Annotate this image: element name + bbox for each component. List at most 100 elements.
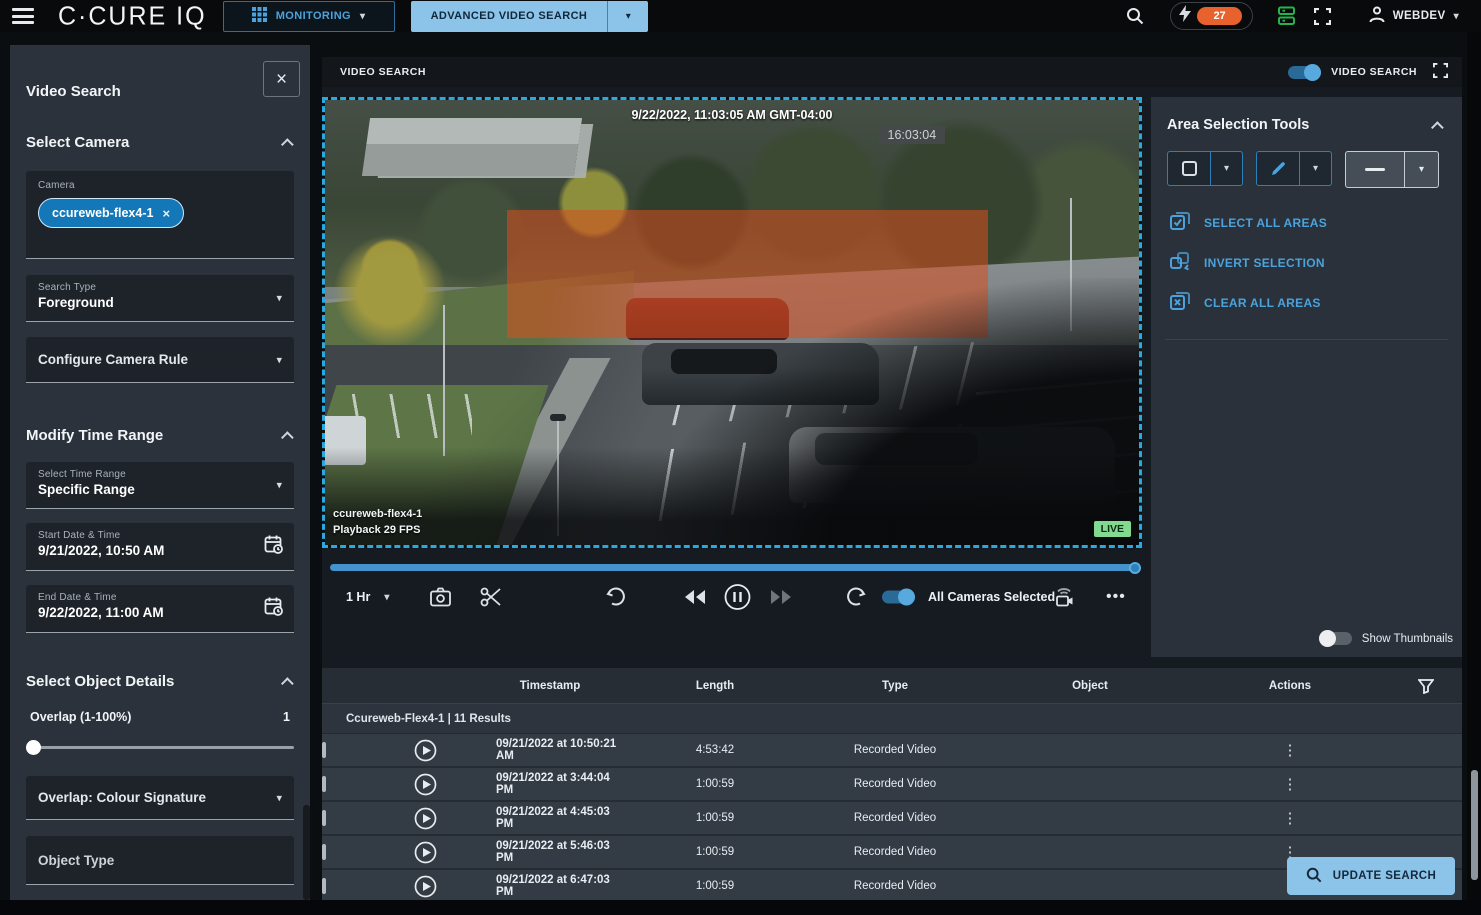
chevron-down-icon: ▾ [276,292,282,305]
monitoring-label: MONITORING [276,10,351,22]
invert-selection-button[interactable]: INVERT SELECTION [1169,250,1462,275]
video-search-toggle[interactable] [1288,65,1321,80]
chevron-down-icon[interactable]: ▾ [1404,152,1438,187]
snapshot-button[interactable] [430,588,451,607]
row-length: 1:00:59 [630,846,800,858]
play-icon[interactable] [380,841,470,864]
clip-scissors-button[interactable] [480,587,502,608]
overlap-label: Overlap (1-100%) [30,710,131,724]
camera-chip[interactable]: ccureweb-flex4-1 × [38,198,184,228]
server-status-icon[interactable] [1277,6,1296,26]
chevron-up-icon[interactable] [1431,121,1444,134]
close-icon[interactable]: × [263,61,300,97]
expand-icon[interactable] [1433,63,1448,81]
start-datetime-field[interactable]: Start Date & Time 9/21/2022, 10:50 AM [26,523,294,571]
line-tool-button[interactable]: ▾ [1345,151,1439,188]
table-row[interactable]: 09/21/2022 at 3:44:04 PM 1:00:59 Recorde… [322,768,1462,802]
chevron-up-icon[interactable] [281,431,294,444]
fullscreen-icon[interactable] [1314,8,1331,25]
line-icon [1365,168,1385,171]
show-thumbnails-toggle[interactable] [1319,631,1352,646]
remove-camera-icon[interactable]: × [162,206,170,221]
row-checkbox[interactable] [322,844,326,860]
rectangle-icon [1182,161,1197,176]
invert-selection-label: INVERT SELECTION [1204,256,1325,270]
row-length: 1:00:59 [630,812,800,824]
overlap-slider[interactable] [26,740,294,754]
search-type-dropdown[interactable]: Search Type Foreground ▾ [26,275,294,322]
row-menu-button[interactable]: ⋮ [1190,741,1390,759]
camera-field[interactable]: Camera ccureweb-flex4-1 × [26,171,294,259]
rewind-button[interactable] [684,590,706,604]
alerts-button[interactable]: 27 [1170,2,1252,30]
overlap-value: 1 [283,710,290,724]
overlap-mode-dropdown[interactable]: Overlap: Colour Signature ▾ [26,776,294,820]
camera-name: ccureweb-flex4-1 [333,507,422,523]
row-length: 1:00:59 [630,880,800,892]
slider-track[interactable] [26,746,294,749]
time-range-value: Specific Range [38,482,282,497]
draw-tool-button[interactable]: ▾ [1256,151,1332,186]
end-datetime-field[interactable]: End Date & Time 9/22/2022, 11:00 AM [26,585,294,633]
row-checkbox[interactable] [322,776,326,792]
rectangle-tool-button[interactable]: ▾ [1167,151,1243,186]
slider-thumb[interactable] [26,740,41,755]
interval-dropdown[interactable]: 1 Hr ▾ [346,590,389,604]
calendar-icon[interactable] [264,596,284,621]
chevron-down-icon[interactable]: ▾ [1210,152,1242,185]
menu-icon[interactable] [12,8,34,24]
video-player[interactable]: 9/22/2022, 11:03:05 AM GMT-04:00 16:03:0… [322,97,1142,548]
row-checkbox[interactable] [322,878,326,894]
search-icon[interactable] [1126,7,1144,25]
chevron-down-icon: ▾ [384,592,389,603]
pencil-icon [1257,152,1299,185]
update-search-button[interactable]: UPDATE SEARCH [1287,857,1455,895]
monitoring-button[interactable]: MONITORING ▾ [223,1,395,32]
bottom-edge [0,900,1481,915]
play-icon[interactable] [380,807,470,830]
sidebar-scrollbar[interactable] [303,805,310,900]
calendar-icon[interactable] [264,534,284,559]
timeline-track[interactable] [330,564,1140,571]
play-icon[interactable] [380,875,470,898]
chevron-up-icon[interactable] [281,677,294,690]
row-checkbox[interactable] [322,810,326,826]
undo-button[interactable] [606,587,626,607]
sidebar-title: Video Search [26,83,294,100]
col-object[interactable]: Object [990,680,1190,692]
timeline-thumb[interactable] [1129,562,1141,574]
table-row[interactable]: 09/21/2022 at 4:45:03 PM 1:00:59 Recorde… [322,802,1462,836]
col-timestamp[interactable]: Timestamp [470,680,630,692]
all-cameras-toggle[interactable] [882,590,915,605]
redo-button[interactable] [846,587,866,607]
more-options-button[interactable]: ••• [1106,588,1126,606]
chevron-up-icon[interactable] [281,138,294,151]
start-datetime-value: 9/21/2022, 10:50 AM [38,543,282,558]
col-type[interactable]: Type [800,680,990,692]
table-row[interactable]: 09/21/2022 at 10:50:21 AM 4:53:42 Record… [322,734,1462,768]
user-menu[interactable]: WEBDEV ▾ [1369,6,1459,26]
advanced-video-search-caret[interactable]: ▾ [608,1,648,32]
object-type-field[interactable]: Object Type [26,836,294,885]
area-selection-panel: Area Selection Tools ▾ ▾ ▾ [1151,97,1462,657]
filter-icon[interactable] [1390,678,1462,694]
fast-forward-button[interactable] [770,590,792,604]
row-type: Recorded Video [800,880,990,892]
advanced-video-search-button[interactable]: ADVANCED VIDEO SEARCH [411,1,609,32]
row-checkbox[interactable] [322,742,326,758]
row-menu-button[interactable]: ⋮ [1190,775,1390,793]
configure-camera-rule-dropdown[interactable]: Configure Camera Rule ▾ [26,337,294,383]
camera-export-icon[interactable] [1054,587,1074,608]
row-menu-button[interactable]: ⋮ [1190,809,1390,827]
play-icon[interactable] [380,739,470,762]
chevron-down-icon[interactable]: ▾ [1299,152,1331,185]
search-type-value: Foreground [38,295,282,310]
timeline-slider[interactable] [330,562,1140,574]
clear-all-areas-button[interactable]: CLEAR ALL AREAS [1169,290,1462,315]
col-length[interactable]: Length [630,680,800,692]
select-all-areas-button[interactable]: SELECT ALL AREAS [1169,210,1462,235]
time-range-dropdown[interactable]: Select Time Range Specific Range ▾ [26,462,294,509]
pause-button[interactable] [724,584,751,611]
page-scrollbar-thumb[interactable] [1471,770,1478,880]
play-icon[interactable] [380,773,470,796]
